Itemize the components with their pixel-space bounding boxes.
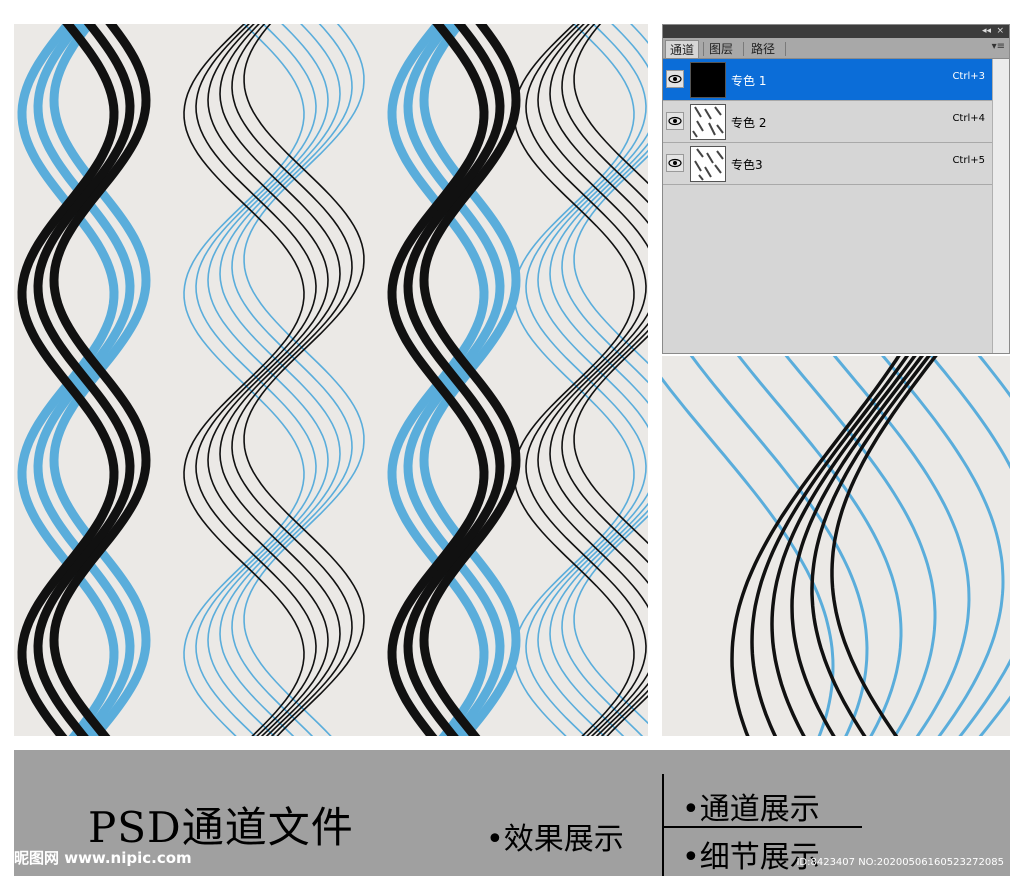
detail-label: •细节展示 <box>682 840 820 875</box>
wave-strand <box>183 24 305 736</box>
detail-strand <box>830 356 938 736</box>
wave-strand <box>513 24 635 736</box>
wave-strand <box>513 24 635 736</box>
channel-thumbnail <box>690 146 726 182</box>
wave-pattern-art <box>17 24 648 736</box>
channel-thumbnail <box>690 62 726 98</box>
tab-divider <box>703 42 704 56</box>
detail-strand <box>689 356 869 736</box>
channel-label: •通道展示 <box>682 792 820 827</box>
channel-shortcut: Ctrl+5 <box>952 155 985 166</box>
detail-strand <box>784 356 937 736</box>
detail-strand <box>770 356 917 736</box>
channels-panel: ◂◂ × 通道 图层 路径 ▾≡ 专色 1 Ctrl+3 专色 2 Ctrl+4… <box>662 24 1010 354</box>
collapse-icon[interactable]: ◂◂ <box>982 25 991 38</box>
channel-row-spot3[interactable]: 专色3 Ctrl+5 <box>663 143 993 185</box>
wave-strand <box>573 155 648 725</box>
panel-scrollbar[interactable] <box>992 59 1009 353</box>
tab-divider <box>743 42 744 56</box>
panel-titlebar: ◂◂ × <box>663 25 1009 38</box>
pattern-preview <box>14 24 648 736</box>
wave-detail-art <box>662 356 1010 736</box>
eye-icon[interactable] <box>666 70 684 88</box>
close-icon[interactable]: × <box>996 25 1004 38</box>
tab-channels[interactable]: 通道 <box>665 40 700 58</box>
wave-strand <box>183 24 305 736</box>
detail-preview <box>662 356 1010 736</box>
channel-name: 专色3 <box>731 158 763 172</box>
detail-strand <box>736 356 903 736</box>
eye-icon[interactable] <box>666 112 684 130</box>
watermark: 昵图网 www.nipic.com <box>14 849 192 867</box>
channel-list: 专色 1 Ctrl+3 专色 2 Ctrl+4 专色3 Ctrl+5 <box>663 59 993 185</box>
channel-shortcut: Ctrl+3 <box>952 71 985 82</box>
channel-name: 专色 1 <box>731 74 767 88</box>
detail-strand <box>977 356 1010 736</box>
channel-row-spot1[interactable]: 专色 1 Ctrl+3 <box>663 59 993 101</box>
panel-tabs: 通道 图层 路径 ▾≡ <box>663 38 1009 59</box>
tab-paths[interactable]: 路径 <box>747 40 779 58</box>
wave-strand <box>219 24 341 736</box>
channel-shortcut: Ctrl+4 <box>952 113 985 124</box>
vertical-divider <box>662 774 664 876</box>
channel-thumbnail <box>690 104 726 140</box>
wave-strand <box>219 24 341 736</box>
channel-name: 专色 2 <box>731 116 767 130</box>
tab-layers[interactable]: 图层 <box>705 40 737 58</box>
image-id: ID:8423407 NO:20200506160523272085 <box>796 857 1004 868</box>
effect-label: •效果展示 <box>486 822 624 857</box>
panel-menu-icon[interactable]: ▾≡ <box>992 41 1005 52</box>
tab-divider <box>785 42 786 56</box>
info-band: PSD通道文件 •效果展示 •通道展示 •细节展示 昵图网 www.nipic.… <box>14 750 1010 876</box>
eye-icon[interactable] <box>666 154 684 172</box>
wave-strand <box>573 24 648 736</box>
channel-row-spot2[interactable]: 专色 2 Ctrl+4 <box>663 101 993 143</box>
page-title: PSD通道文件 <box>88 803 354 852</box>
